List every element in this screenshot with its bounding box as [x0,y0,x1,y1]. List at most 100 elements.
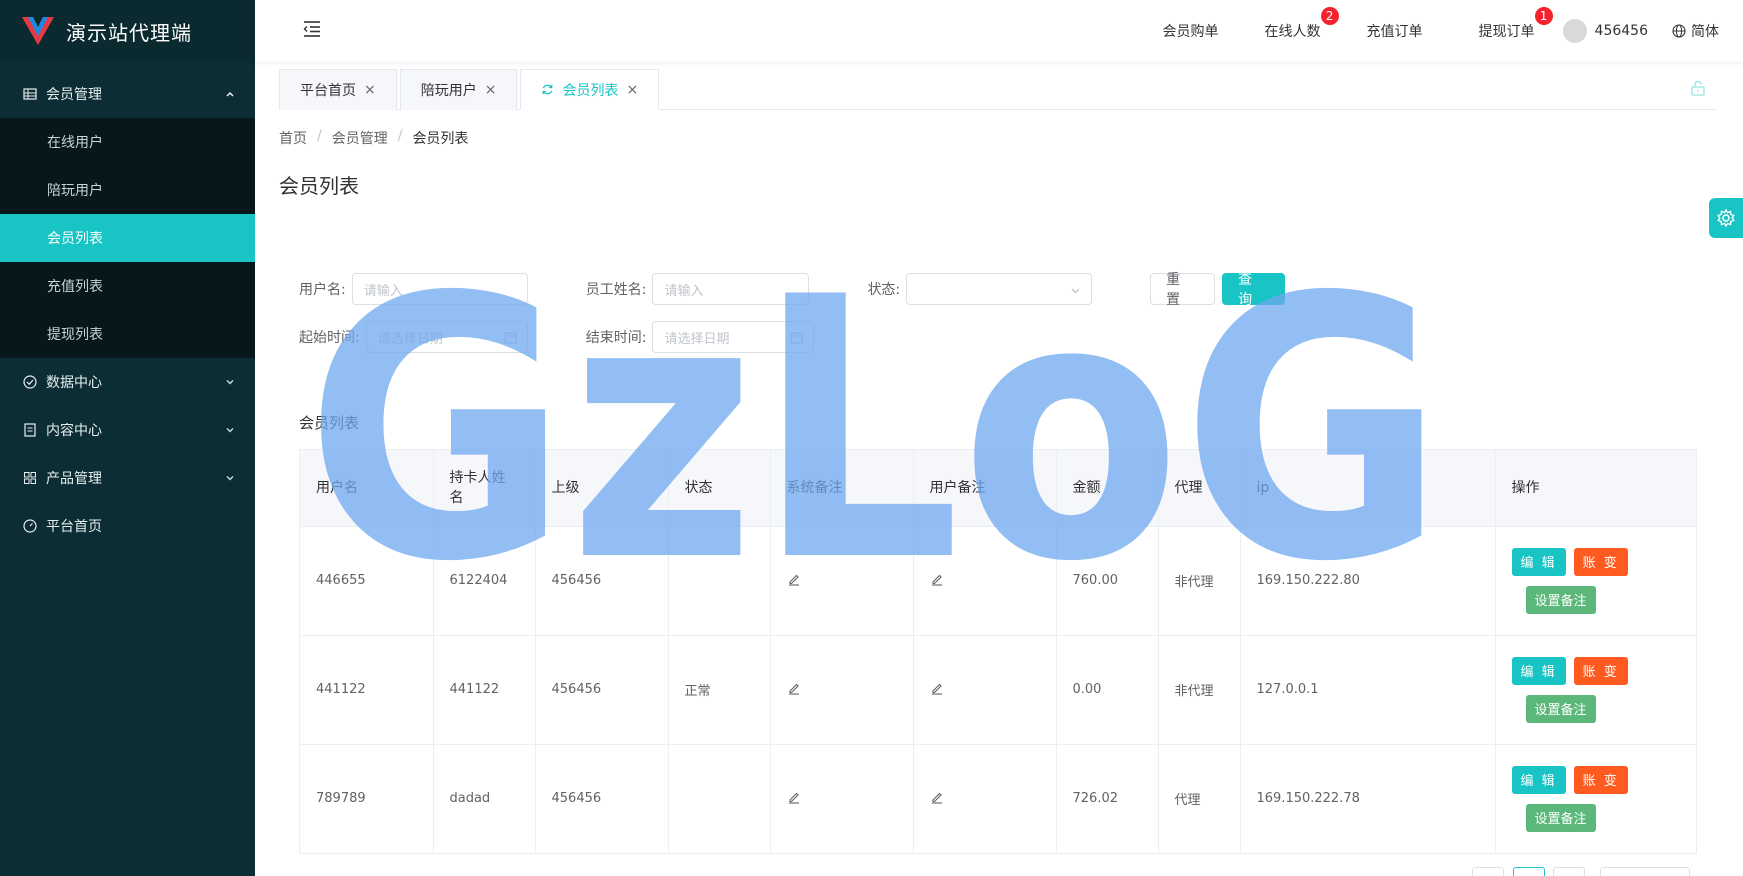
cell-status [668,526,771,636]
close-icon[interactable]: × [626,82,638,98]
grid-icon [22,86,38,102]
cell-cardholder: 6122404 [433,526,536,636]
end-time-label: 结束时间: [585,330,647,346]
tab-label: 陪玩用户 [420,83,477,99]
cell-username: 789789 [300,744,434,853]
staff-name-label: 员工姓名: [585,282,647,298]
edit-icon[interactable] [787,572,801,586]
unlock-icon[interactable] [1689,79,1707,97]
sidebar-item-withdraw-list[interactable]: 提现列表 [0,310,255,358]
breadcrumb-home[interactable]: 首页 [279,128,307,148]
edit-icon[interactable] [930,681,944,695]
set-note-button[interactable]: 设置备注 [1525,585,1596,614]
sidebar-group-product-management[interactable]: 产品管理 [0,454,255,502]
cell-agent: 代理 [1158,744,1241,853]
table-row: 789789 dadad 456456 726.02 代理 169.150.22… [300,744,1696,853]
link-label: 充值订单 [1366,24,1423,40]
breadcrumb-current: 会员列表 [412,131,469,147]
placeholder: 请输入 [664,283,704,299]
column-header: 用户名 [300,450,434,527]
cell-actions: 编 辑 账 变 设置备注 [1495,635,1696,745]
query-button[interactable]: 查 询 [1222,272,1286,308]
account-change-button[interactable]: 账 变 [1573,765,1628,794]
start-date-picker[interactable]: 请选择日期 [365,321,528,353]
account-change-button[interactable]: 账 变 [1573,656,1628,685]
username-input[interactable]: 请输入 [351,273,528,305]
sidebar-submenu: 在线用户 陪玩用户 会员列表 充值列表 提现列表 [0,118,255,358]
cell-username: 441122 [300,635,434,745]
cell-status: 正常 [668,635,771,745]
column-header: 上级 [535,450,669,527]
close-icon[interactable]: × [485,82,497,98]
end-date-picker[interactable]: 请选择日期 [652,321,815,353]
apps-icon [22,470,38,486]
column-header: 系统备注 [770,450,914,527]
settings-drawer-button[interactable] [1709,198,1743,238]
logo[interactable]: 演示站代理端 [0,0,255,62]
pagination-next[interactable] [1553,867,1585,876]
tab-member-list[interactable]: 会员列表 × [520,69,660,110]
edit-icon[interactable] [787,790,801,804]
close-icon[interactable]: × [364,82,376,98]
sidebar-group-label: 内容中心 [46,423,102,439]
breadcrumb-separator: / [397,128,403,144]
table-row: 441122 441122 456456 正常 0.00 非代理 127.0.0… [300,635,1696,745]
staff-name-input[interactable]: 请输入 [652,273,810,305]
sidebar-group-data-center[interactable]: 数据中心 [0,358,255,406]
withdraw-orders-link[interactable]: 提现订单 1 [1479,7,1553,41]
breadcrumb-member-management[interactable]: 会员管理 [332,128,388,148]
edit-icon[interactable] [930,790,944,804]
pagination-prev[interactable] [1472,867,1504,876]
account-change-button[interactable]: 账 变 [1573,547,1628,576]
edit-icon[interactable] [930,572,944,586]
filter-row-1: 用户名: 请输入 员工姓名: 请输入 状态: 重 置 查 询 [299,272,1286,308]
tab-platform-home[interactable]: 平台首页 × [279,69,397,110]
online-count-link[interactable]: 在线人数 2 [1264,7,1339,41]
sidebar-group-content-center[interactable]: 内容中心 [0,406,255,454]
cell-agent: 非代理 [1158,526,1241,636]
avatar[interactable] [1562,19,1587,43]
edit-button[interactable]: 编 辑 [1511,765,1566,794]
sidebar-item-platform-home[interactable]: 平台首页 [0,502,255,550]
member-orders-link[interactable]: 会员购单 [1163,21,1219,41]
sidebar-group-label: 数据中心 [46,375,102,391]
cell-parent: 456456 [535,744,669,853]
pagination-size-select[interactable] [1600,867,1690,876]
placeholder: 请选择日期 [377,331,443,347]
recharge-orders-link[interactable]: 充值订单 [1367,21,1423,41]
pagination-page-current[interactable] [1513,867,1545,876]
column-header: 持卡人姓名 [433,450,536,527]
edit-button[interactable]: 编 辑 [1511,656,1566,685]
reset-button[interactable]: 重 置 [1150,272,1216,308]
start-time-label: 起始时间: [299,330,360,346]
link-label: 在线人数 [1264,24,1321,40]
cell-user-note [913,635,1057,745]
language-switch[interactable]: 简体 [1672,21,1719,41]
status-select[interactable] [906,273,1093,305]
edit-button[interactable]: 编 辑 [1511,547,1566,576]
username-label: 用户名: [299,282,346,298]
sidebar-item-recharge-list[interactable]: 充值列表 [0,262,255,310]
cell-user-note [913,526,1057,636]
edit-icon[interactable] [787,681,801,695]
tab-companion-users[interactable]: 陪玩用户 × [399,69,518,110]
sidebar-item-member-list[interactable]: 会员列表 [0,214,255,262]
link-label: 会员购单 [1162,24,1219,40]
chevron-up-icon [226,91,234,97]
refresh-icon[interactable] [541,83,554,96]
status-label: 状态: [867,282,901,298]
cell-status [668,744,771,853]
username[interactable]: 456456 [1595,23,1648,39]
set-note-button[interactable]: 设置备注 [1525,803,1596,832]
sidebar-item-companion-users[interactable]: 陪玩用户 [0,166,255,214]
top-header: 会员购单 在线人数 2 充值订单 提现订单 1 456456 简体 [255,0,1743,62]
column-header: 操作 [1495,450,1696,527]
menu-fold-icon[interactable] [302,19,322,39]
sidebar-group-member-management[interactable]: 会员管理 [0,70,255,118]
sidebar-item-online-users[interactable]: 在线用户 [0,118,255,166]
column-header: 用户备注 [913,450,1057,527]
placeholder: 请输入 [363,283,403,299]
set-note-button[interactable]: 设置备注 [1525,694,1596,723]
chevron-down-icon [226,475,234,481]
dashboard-icon [22,518,38,534]
